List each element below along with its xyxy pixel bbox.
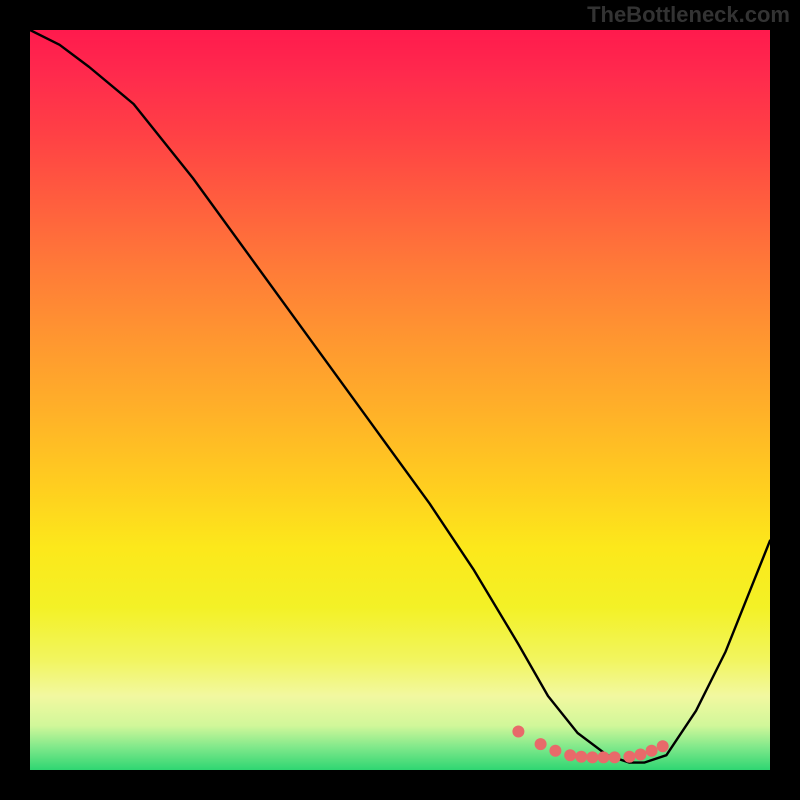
highlight-markers-group xyxy=(512,726,668,764)
highlight-marker xyxy=(623,751,635,763)
highlight-marker xyxy=(598,751,610,763)
highlight-marker xyxy=(512,726,524,738)
highlight-marker xyxy=(535,738,547,750)
highlight-marker xyxy=(635,749,647,761)
highlight-marker xyxy=(646,745,658,757)
highlight-marker xyxy=(564,749,576,761)
bottleneck-curve-path xyxy=(30,30,770,763)
watermark-text: TheBottleneck.com xyxy=(587,2,790,28)
highlight-marker xyxy=(586,751,598,763)
highlight-marker xyxy=(549,745,561,757)
chart-frame: TheBottleneck.com xyxy=(0,0,800,800)
plot-area xyxy=(30,30,770,770)
highlight-marker xyxy=(575,751,587,763)
highlight-marker xyxy=(609,751,621,763)
highlight-marker xyxy=(657,740,669,752)
curve-layer xyxy=(30,30,770,770)
